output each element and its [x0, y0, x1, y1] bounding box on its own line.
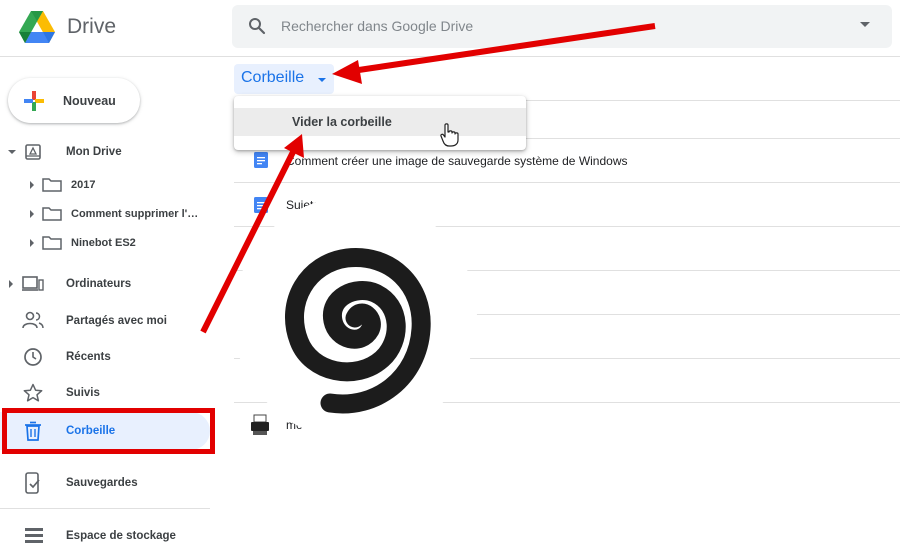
clock-icon	[24, 348, 42, 366]
sidebar-item-my-drive[interactable]: Mon Drive	[66, 146, 122, 158]
empty-trash-label: Vider la corbeille	[292, 115, 392, 129]
row-divider	[234, 314, 900, 315]
annotation-overlay	[200, 23, 656, 440]
header-divider	[0, 56, 900, 57]
app-brand[interactable]: Drive	[67, 15, 116, 39]
expand-chevron-icon[interactable]	[30, 239, 34, 247]
plus-icon	[24, 91, 44, 111]
annotation-highlight-box	[2, 408, 215, 454]
sidebar-folder-ninebot[interactable]: Ninebot ES2	[71, 237, 136, 249]
folder-icon	[42, 178, 62, 192]
new-button-label: Nouveau	[63, 94, 116, 108]
shared-people-icon	[22, 311, 44, 329]
row-divider	[234, 270, 900, 271]
google-docs-icon	[254, 197, 268, 213]
folder-icon	[42, 236, 62, 250]
printer-image-icon	[251, 414, 269, 435]
backup-device-icon	[25, 472, 40, 494]
sidebar-item-starred[interactable]: Suivis	[66, 387, 100, 399]
expand-chevron-icon[interactable]	[30, 210, 34, 218]
drive-window: Drive Rechercher dans Google Drive Nouve…	[0, 0, 900, 551]
row-divider	[234, 226, 900, 227]
spiral-backdrop	[233, 196, 477, 440]
expand-chevron-icon[interactable]	[30, 181, 34, 189]
annotation-arrow	[200, 150, 296, 334]
computer-icon	[22, 276, 44, 291]
row-divider	[234, 402, 900, 403]
search-icon[interactable]	[248, 17, 266, 35]
sidebar-item-backups[interactable]: Sauvegardes	[66, 477, 138, 489]
star-icon	[23, 383, 43, 402]
chevron-down-icon	[318, 78, 326, 82]
file-name[interactable]: Sujets	[286, 198, 319, 212]
sidebar-item-storage[interactable]: Espace de stockage	[66, 530, 176, 542]
search-options-chevron-icon[interactable]	[860, 22, 870, 27]
storage-icon	[25, 528, 43, 543]
sidebar-item-computers[interactable]: Ordinateurs	[66, 278, 131, 290]
sidebar-divider	[0, 508, 210, 509]
row-divider	[234, 358, 900, 359]
row-divider	[234, 182, 900, 183]
breadcrumb-title: Corbeille	[241, 69, 305, 86]
sidebar-folder-comment-supprimer[interactable]: Comment supprimer l'…	[71, 208, 198, 220]
file-name[interactable]: mo	[286, 418, 303, 432]
spiral-loading-icon	[285, 248, 431, 414]
sidebar-folder-2017[interactable]: 2017	[71, 179, 95, 191]
sidebar-item-shared[interactable]: Partagés avec moi	[66, 315, 167, 327]
google-drive-logo[interactable]	[18, 10, 56, 44]
annotation-arrowhead	[332, 60, 362, 84]
sidebar-item-recent[interactable]: Récents	[66, 351, 111, 363]
drive-icon	[25, 144, 41, 160]
folder-icon	[42, 207, 62, 221]
expand-chevron-icon[interactable]	[9, 280, 13, 288]
google-docs-icon	[254, 152, 268, 168]
file-name[interactable]: Comment créer une image de sauvegarde sy…	[286, 154, 628, 168]
expand-chevron-icon[interactable]	[8, 150, 16, 154]
search-input[interactable]: Rechercher dans Google Drive	[281, 18, 473, 34]
